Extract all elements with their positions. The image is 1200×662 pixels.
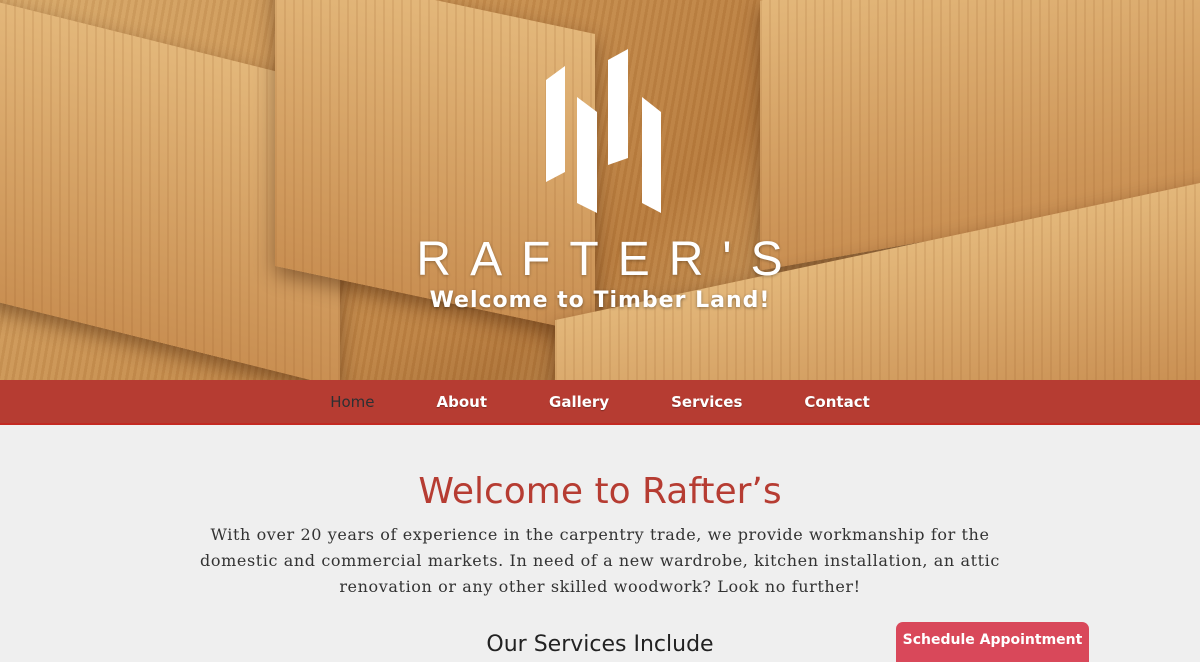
tagline: Welcome to Timber Land! [429,288,771,313]
nav-about[interactable]: About [437,393,488,411]
nav-services[interactable]: Services [671,393,742,411]
brand-name: RAFTER'S [416,233,802,286]
schedule-appointment-button[interactable]: Schedule Appointment [896,622,1089,662]
main-nav: Home About Gallery Services Contact [0,380,1200,425]
intro-text: With over 20 years of experience in the … [200,525,1000,596]
rafters-logo-icon [546,49,661,213]
page-title: Welcome to Rafter’s [418,471,782,512]
nav-home[interactable]: Home [330,393,374,411]
hero-banner: RAFTER'S Welcome to Timber Land! [0,0,1200,380]
nav-contact[interactable]: Contact [804,393,869,411]
nav-gallery[interactable]: Gallery [549,393,609,411]
